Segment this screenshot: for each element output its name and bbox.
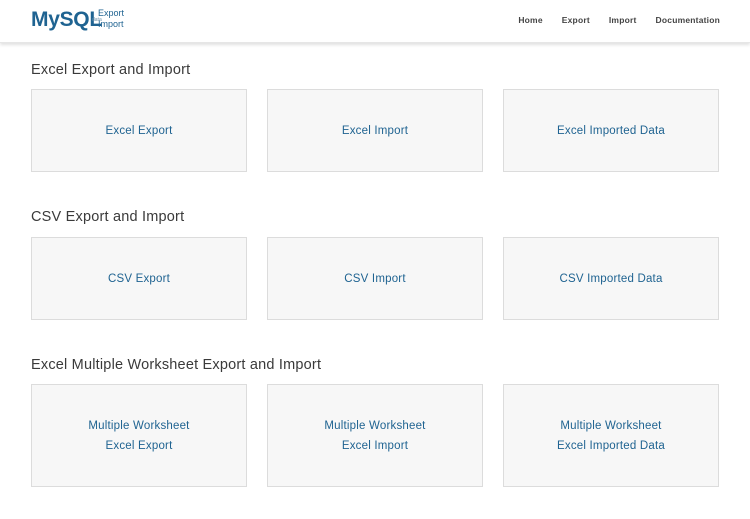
- card-label-line2: Excel Imported Data: [557, 439, 665, 452]
- section-title-excel: Excel Export and Import: [31, 62, 191, 78]
- card-label: Excel Import: [341, 124, 409, 137]
- card-label: Multiple Worksheet Excel Import: [324, 416, 425, 456]
- card-label: Excel Export: [105, 124, 173, 137]
- card-label-line1: Multiple Worksheet: [88, 419, 190, 432]
- card-label: Multiple Worksheet Excel Imported Data: [557, 416, 665, 456]
- card-multi-excel-imported-data[interactable]: Multiple Worksheet Excel Imported Data: [503, 384, 719, 487]
- section-title-multiple-worksheet: Excel Multiple Worksheet Export and Impo…: [31, 357, 322, 373]
- card-csv-import[interactable]: CSV Import: [267, 237, 483, 320]
- card-label-line2: Excel Import: [341, 439, 409, 452]
- nav-export[interactable]: Export: [562, 15, 590, 25]
- main-nav: Home Export Import Documentation: [518, 15, 720, 25]
- card-excel-import[interactable]: Excel Import: [267, 89, 483, 172]
- nav-home[interactable]: Home: [518, 15, 542, 25]
- card-excel-export[interactable]: Excel Export: [31, 89, 247, 172]
- card-csv-imported-data[interactable]: CSV Imported Data: [503, 237, 719, 320]
- site-header: MySQL Export data Import Home Export Imp…: [0, 0, 750, 43]
- site-logo[interactable]: MySQL Export data Import: [31, 7, 131, 35]
- nav-import[interactable]: Import: [609, 15, 637, 25]
- card-label-line1: Multiple Worksheet: [560, 419, 662, 432]
- logo-import-text: Import: [98, 19, 124, 29]
- card-label: CSV Export: [107, 272, 171, 285]
- nav-documentation[interactable]: Documentation: [656, 15, 720, 25]
- card-label: CSV Imported Data: [559, 272, 663, 285]
- card-excel-imported-data[interactable]: Excel Imported Data: [503, 89, 719, 172]
- card-label: Excel Imported Data: [557, 124, 665, 137]
- card-label-line1: Multiple Worksheet: [324, 419, 426, 432]
- card-label: CSV Import: [344, 272, 406, 285]
- card-label-line2: Excel Export: [105, 439, 173, 452]
- card-csv-export[interactable]: CSV Export: [31, 237, 247, 320]
- section-title-csv: CSV Export and Import: [31, 209, 185, 225]
- card-label: Multiple Worksheet Excel Export: [88, 416, 189, 456]
- card-multi-excel-export[interactable]: Multiple Worksheet Excel Export: [31, 384, 247, 487]
- card-multi-excel-import[interactable]: Multiple Worksheet Excel Import: [267, 384, 483, 487]
